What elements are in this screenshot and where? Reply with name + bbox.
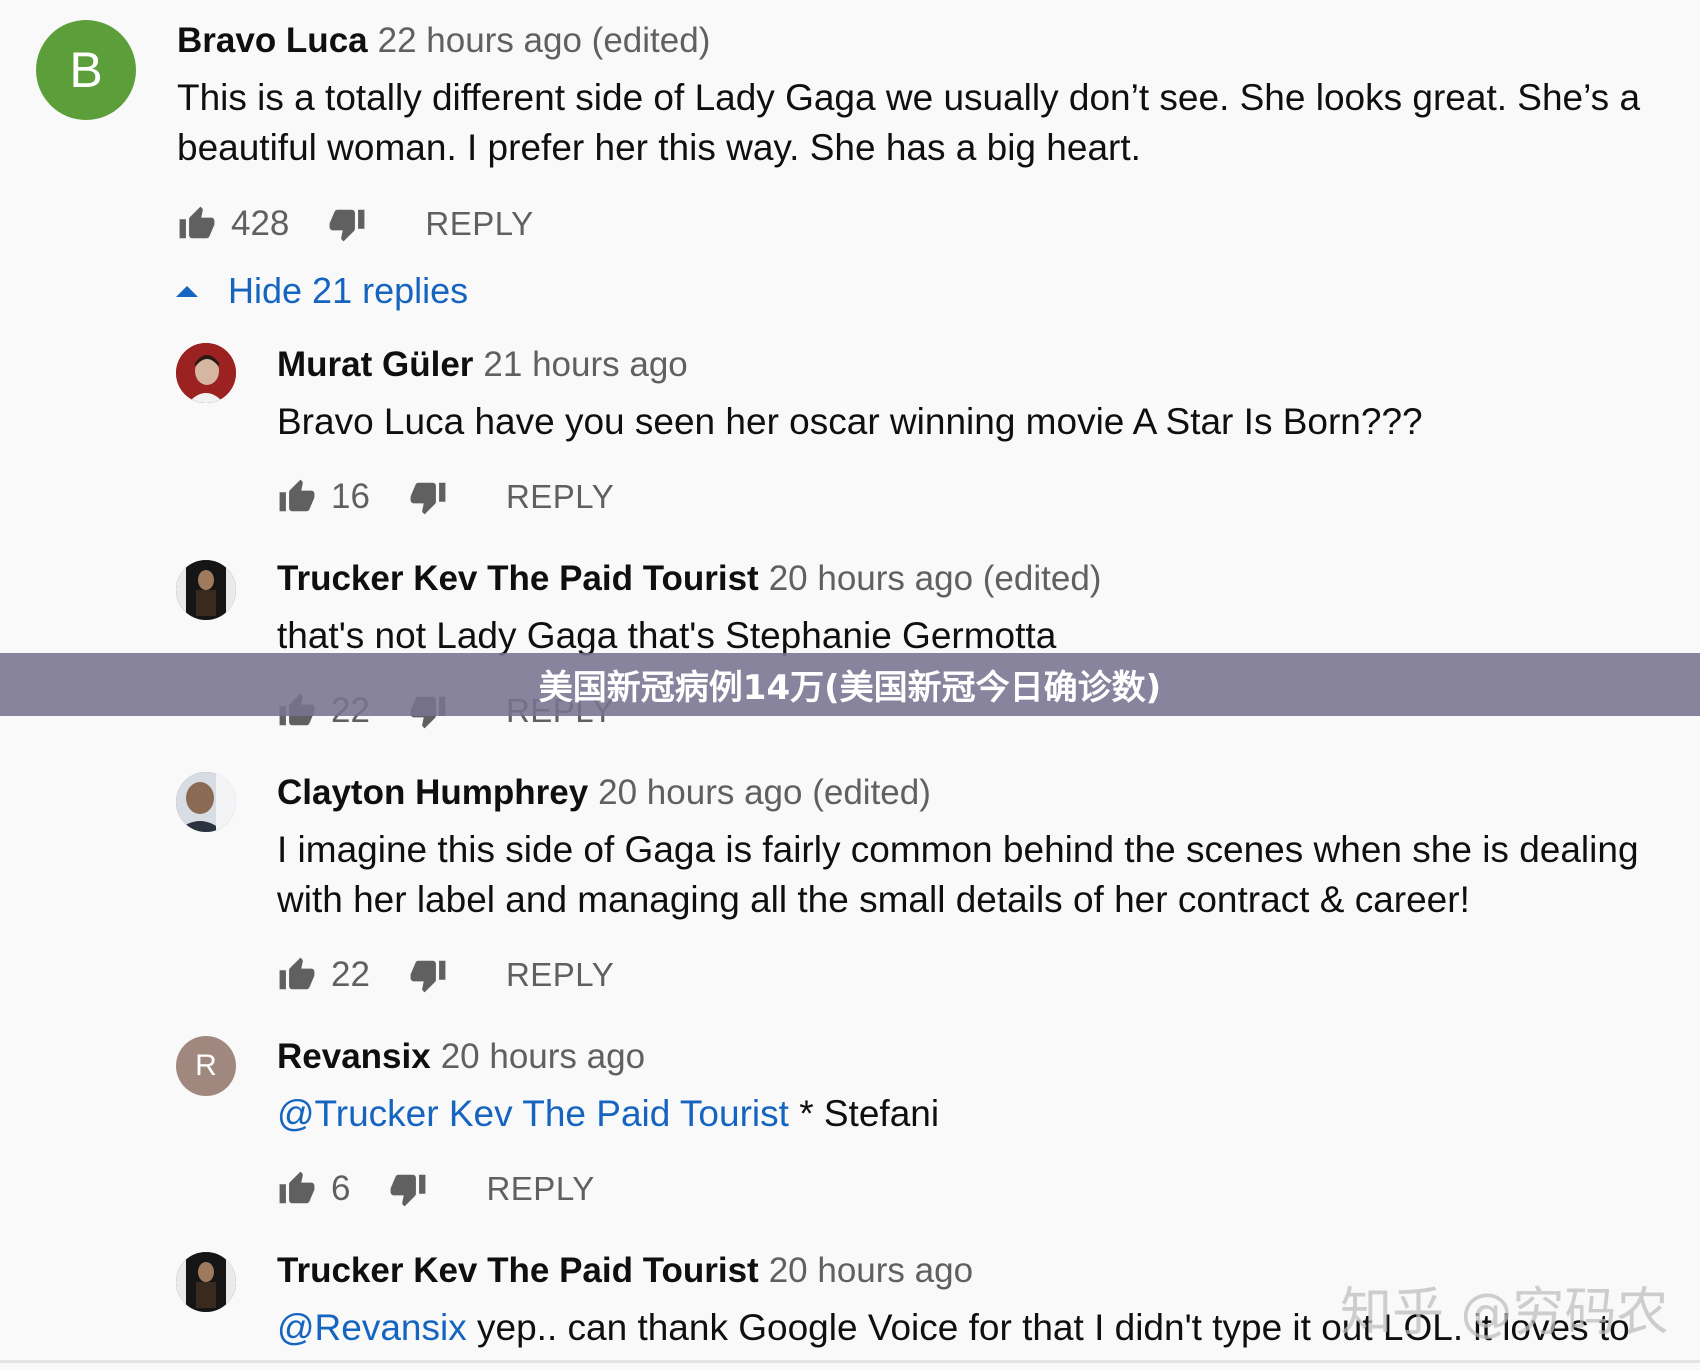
reply-text: @Trucker Kev The Paid Tourist * Stefani [277,1089,939,1139]
avatar-letter: R [195,1049,217,1082]
reply-author[interactable]: Revansix [277,1037,431,1076]
like-count: 6 [331,1169,351,1208]
avatar-revansix[interactable]: R [176,1036,236,1096]
dislike-button[interactable] [386,1167,430,1211]
profile-photo-icon [176,1252,236,1312]
profile-photo-icon [176,772,236,832]
reply-button[interactable]: REPLY [486,1170,594,1208]
comment-text: This is a totally different side of Lady… [177,73,1640,173]
reply-actions: 22 REPLY [275,952,614,998]
overlay-banner: 美国新冠病例14万(美国新冠今日确诊数) [0,653,1700,716]
comments-section: B Bravo Luca 22 hours ago (edited) This i… [0,0,1700,1370]
reply-time[interactable]: 20 hours ago (edited) [769,559,1102,598]
like-button[interactable] [275,475,319,519]
like-count: 22 [331,955,370,994]
dislike-button[interactable] [406,953,450,997]
avatar-trucker-kev[interactable] [176,560,236,620]
reply-button[interactable]: REPLY [506,478,614,516]
thumbs-down-icon [410,482,446,515]
reply-text-line: I imagine this side of Gaga is fairly co… [277,829,1639,870]
reply-text-content: * Stefani [788,1093,940,1134]
reply-author[interactable]: Murat Güler [277,345,473,384]
watermark: 知乎 @穷码农 [1340,1283,1669,1343]
reply-time[interactable]: 21 hours ago [483,345,687,384]
reply-author[interactable]: Trucker Kev The Paid Tourist [277,559,759,598]
comment-header: Bravo Luca 22 hours ago (edited) [177,21,710,61]
comment-text-line: beautiful woman. I prefer her this way. … [177,127,1141,168]
avatar-bravo-luca[interactable]: B [36,20,136,120]
dislike-button[interactable] [325,202,369,246]
thumbs-up-icon [279,1171,315,1204]
mention-link[interactable]: @Trucker Kev The Paid Tourist [277,1093,789,1134]
thumbs-up-icon [279,957,315,990]
avatar-clayton-humphrey[interactable] [176,772,236,832]
thumbs-up-icon [279,479,315,512]
reply-button[interactable]: REPLY [425,205,533,243]
bottom-divider [0,1360,1700,1363]
like-count: 428 [231,204,290,243]
comment-actions: 428 REPLY [175,201,534,247]
reply-actions: 16 REPLY [275,474,614,520]
reply-author[interactable]: Trucker Kev The Paid Tourist [277,1251,759,1290]
mention-link[interactable]: @Revansix [277,1307,467,1348]
reply-header: Clayton Humphrey 20 hours ago (edited) [277,773,931,813]
reply-header: Revansix 20 hours ago [277,1037,645,1077]
reply-author[interactable]: Clayton Humphrey [277,773,588,812]
comment-text-line: This is a totally different side of Lady… [177,77,1641,118]
thumbs-down-icon [410,960,446,993]
avatar-murat-guler[interactable] [176,343,236,403]
hide-replies-label: Hide 21 replies [228,270,469,311]
profile-photo-icon [176,560,236,620]
reply-time[interactable]: 20 hours ago (edited) [598,773,931,812]
like-count: 16 [331,477,370,516]
reply-header: Trucker Kev The Paid Tourist 20 hours ago… [277,559,1101,599]
hide-replies-toggle[interactable]: Hide 21 replies [176,270,468,312]
reply-header: Murat Güler 21 hours ago [277,345,688,385]
reply-text: Bravo Luca have you seen her oscar winni… [277,401,1423,442]
thumbs-up-icon [179,206,215,239]
avatar-letter: B [69,42,103,98]
reply-header: Trucker Kev The Paid Tourist 20 hours ago [277,1251,973,1291]
reply-button[interactable]: REPLY [506,956,614,994]
thumbs-down-icon [329,209,365,242]
comment-time[interactable]: 22 hours ago (edited) [378,21,711,60]
reply-time[interactable]: 20 hours ago [441,1037,645,1076]
thumbs-down-icon [391,1174,426,1207]
overlay-banner-text: 美国新冠病例14万(美国新冠今日确诊数) [538,668,1162,708]
reply-time[interactable]: 20 hours ago [769,1251,973,1290]
reply-text: I imagine this side of Gaga is fairly co… [277,825,1639,925]
reply-text-line: with her label and managing all the smal… [277,879,1470,920]
comment-author[interactable]: Bravo Luca [177,21,368,60]
caret-up-icon [176,286,198,297]
like-button[interactable] [275,1167,319,1211]
profile-photo-icon [176,343,236,403]
avatar-trucker-kev[interactable] [176,1252,236,1312]
like-button[interactable] [275,953,319,997]
dislike-button[interactable] [406,475,450,519]
reply-actions: 6 REPLY [275,1166,595,1212]
like-button[interactable] [175,202,219,246]
